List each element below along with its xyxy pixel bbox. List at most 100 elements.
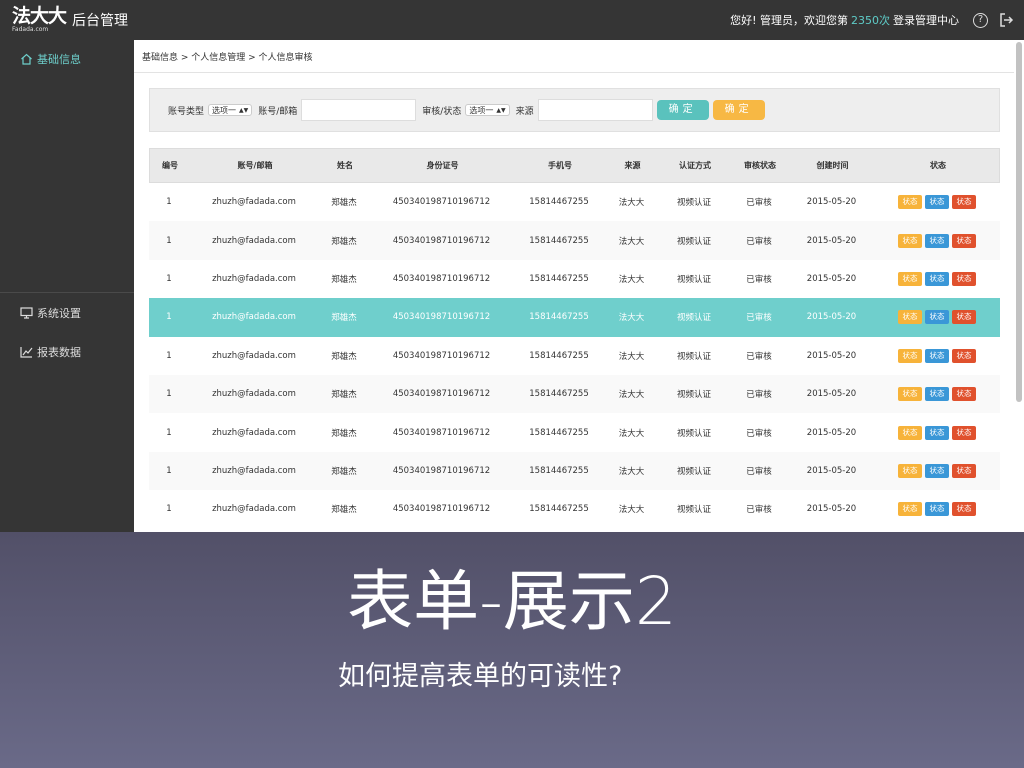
audit-status-select[interactable]: 选项一 ▲▼ xyxy=(465,104,510,116)
status-button[interactable]: 状态 xyxy=(952,348,976,363)
column-header[interactable]: 身份证号 xyxy=(370,160,515,171)
table-cell: 法大大 xyxy=(618,428,645,439)
sidebar-item-label: 报表数据 xyxy=(37,346,81,359)
audit-status-label: 审核/状态 xyxy=(422,106,462,117)
management-center-link[interactable]: 登录管理中心 xyxy=(893,12,959,28)
table-cell: 郑雄杰 xyxy=(331,274,357,285)
table-cell: 已审核 xyxy=(746,198,772,209)
logo[interactable]: 法大大 Fadada.com 后台管理 xyxy=(12,6,128,34)
monitor-icon xyxy=(20,307,33,319)
table-cell: 2015-05-20 xyxy=(806,350,857,361)
table-cell: zhuzh@fadada.com xyxy=(212,389,296,400)
column-header[interactable]: 创建时间 xyxy=(790,160,875,171)
column-header[interactable]: 姓名 xyxy=(320,160,370,171)
status-button[interactable]: 状态 xyxy=(898,348,922,363)
column-header[interactable]: 审核状态 xyxy=(730,160,790,171)
logout-icon[interactable] xyxy=(998,12,1014,28)
breadcrumb-divider xyxy=(134,72,1014,73)
table-cell: 1 xyxy=(166,465,172,476)
help-icon[interactable]: ? xyxy=(973,12,988,28)
status-button[interactable]: 状态 xyxy=(898,271,922,286)
status-button[interactable]: 状态 xyxy=(898,463,922,478)
status-button[interactable]: 状态 xyxy=(925,425,949,440)
table-cell: zhuzh@fadada.com xyxy=(212,350,296,361)
status-button[interactable]: 状态 xyxy=(898,502,922,517)
table-cell: 法大大 xyxy=(618,466,645,477)
column-header[interactable]: 编号 xyxy=(150,160,190,171)
confirm-button-teal[interactable]: 确定 xyxy=(656,100,709,120)
select-value: 选项一 xyxy=(469,105,494,115)
table-row[interactable]: 1 zhuzh@fadada.com 郑雄杰 450340198710196712 15… xyxy=(149,183,1000,221)
table-row[interactable]: 1 zhuzh@fadada.com 郑雄杰 450340198710196712 15… xyxy=(149,221,1000,260)
status-button[interactable]: 状态 xyxy=(925,195,949,210)
table-cell: 视频认证 xyxy=(676,313,711,324)
status-button[interactable]: 状态 xyxy=(952,310,976,325)
table-cell: 法大大 xyxy=(618,198,645,209)
account-type-select[interactable]: 选项一 ▲▼ xyxy=(208,104,253,116)
chart-icon xyxy=(20,347,33,358)
select-value: 选项一 xyxy=(212,105,237,115)
status-actions: 状态 状态 状态 xyxy=(874,233,1000,248)
column-header[interactable]: 认证方式 xyxy=(660,160,730,171)
table-cell: 2015-05-20 xyxy=(806,389,857,400)
scrollbar[interactable] xyxy=(1016,42,1022,402)
status-button[interactable]: 状态 xyxy=(952,502,976,517)
status-button[interactable]: 状态 xyxy=(925,348,949,363)
status-button[interactable]: 状态 xyxy=(898,310,922,325)
table-cell: 郑雄杰 xyxy=(331,505,357,516)
account-email-input[interactable] xyxy=(301,99,417,121)
app-title: 后台管理 xyxy=(72,13,129,29)
table-cell: 视频认证 xyxy=(676,274,711,285)
table-cell: 已审核 xyxy=(746,351,772,362)
status-button[interactable]: 状态 xyxy=(898,195,922,210)
status-button[interactable]: 状态 xyxy=(952,233,976,248)
status-button[interactable]: 状态 xyxy=(925,502,949,517)
status-button[interactable]: 状态 xyxy=(952,195,976,210)
table-cell: 法大大 xyxy=(618,390,645,401)
table-cell: 郑雄杰 xyxy=(331,390,357,401)
column-header[interactable]: 状态 xyxy=(875,160,1001,171)
table-cell: 视频认证 xyxy=(676,236,711,247)
status-button[interactable]: 状态 xyxy=(898,233,922,248)
source-input[interactable] xyxy=(537,99,653,121)
status-button[interactable]: 状态 xyxy=(952,463,976,478)
table-cell: 视频认证 xyxy=(676,351,711,362)
status-button[interactable]: 状态 xyxy=(925,271,949,286)
sidebar: 基础信息 系统设置 报表数据 xyxy=(0,40,134,532)
table-row[interactable]: 1 zhuzh@fadada.com 郑雄杰 450340198710196712 15… xyxy=(149,490,1000,528)
logo-mark: 法大大 Fadada.com xyxy=(12,7,67,33)
table-cell: zhuzh@fadada.com xyxy=(212,427,296,438)
status-button[interactable]: 状态 xyxy=(925,233,949,248)
status-button[interactable]: 状态 xyxy=(952,271,976,286)
table-cell: zhuzh@fadada.com xyxy=(212,504,296,515)
table-row[interactable]: 1 zhuzh@fadada.com 郑雄杰 450340198710196712 15… xyxy=(149,260,1000,298)
sidebar-item-system-settings[interactable]: 系统设置 xyxy=(20,303,81,323)
table-row[interactable]: 1 zhuzh@fadada.com 郑雄杰 450340198710196712 15… xyxy=(149,337,1000,375)
table-cell: 1 xyxy=(166,197,172,208)
status-button[interactable]: 状态 xyxy=(952,387,976,402)
status-button[interactable]: 状态 xyxy=(898,425,922,440)
sidebar-item-basic-info[interactable]: 基础信息 xyxy=(20,49,81,69)
table-cell: 法大大 xyxy=(618,274,645,285)
column-header[interactable]: 手机号 xyxy=(515,160,605,171)
status-button[interactable]: 状态 xyxy=(952,425,976,440)
status-button[interactable]: 状态 xyxy=(925,310,949,325)
slide-subtitle: 如何提高表单的可读性? xyxy=(338,661,623,692)
top-bar: 法大大 Fadada.com 后台管理 您好! 管理员，欢迎您第 2350次 登… xyxy=(0,0,1024,40)
status-actions: 状态 状态 状态 xyxy=(874,348,1000,363)
column-header[interactable]: 账号/邮箱 xyxy=(190,160,320,171)
table-row[interactable]: 1 zhuzh@fadada.com 郑雄杰 450340198710196712 15… xyxy=(149,451,1000,491)
table-cell: 450340198710196712 xyxy=(392,312,491,323)
status-button[interactable]: 状态 xyxy=(925,463,949,478)
home-icon xyxy=(21,53,32,65)
confirm-button-orange[interactable]: 确定 xyxy=(712,100,765,120)
status-button[interactable]: 状态 xyxy=(898,387,922,402)
column-header[interactable]: 来源 xyxy=(605,160,660,171)
table-row[interactable]: 1 zhuzh@fadada.com 郑雄杰 450340198710196712 15… xyxy=(149,298,1000,337)
table-row[interactable]: 1 zhuzh@fadada.com 郑雄杰 450340198710196712 15… xyxy=(149,413,1000,451)
breadcrumb[interactable]: 基础信息 > 个人信息管理 > 个人信息审核 xyxy=(142,50,313,63)
table-row[interactable]: 1 zhuzh@fadada.com 郑雄杰 450340198710196712 15… xyxy=(149,374,1000,414)
table-cell: 1 xyxy=(166,273,172,284)
sidebar-item-report-data[interactable]: 报表数据 xyxy=(20,342,81,362)
status-button[interactable]: 状态 xyxy=(925,387,949,402)
